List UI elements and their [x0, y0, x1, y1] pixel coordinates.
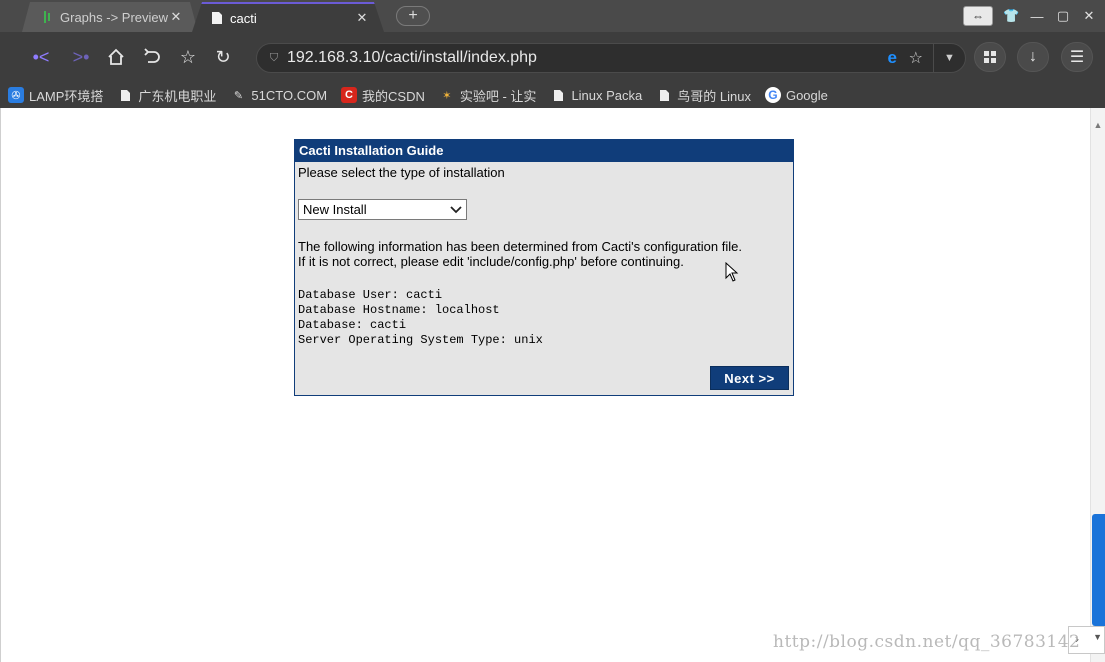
- config-database-hostname: Database Hostname: localhost: [298, 303, 500, 317]
- bookmark-51cto[interactable]: ✎ 51CTO.COM: [230, 87, 327, 103]
- 51cto-icon: ✎: [233, 89, 244, 102]
- new-tab-button[interactable]: +: [396, 6, 430, 26]
- chevron-down-icon[interactable]: ▼: [933, 44, 965, 72]
- navigation-bar: •< >• ☆ ↻ ⛉ 192.168.3.10/cacti/install/i…: [0, 32, 1105, 82]
- install-type-select[interactable]: New Install: [298, 199, 467, 220]
- tab-title: cacti: [230, 10, 257, 26]
- maximize-icon[interactable]: ▢: [1055, 8, 1071, 24]
- resize-toggle-icon[interactable]: ⇔: [963, 6, 993, 26]
- bookmark-niaoge-linux[interactable]: 鸟哥的 Linux: [656, 86, 751, 105]
- tab-graphs-preview[interactable]: Graphs -> Preview ✕: [22, 2, 198, 32]
- watermark-text: http://blog.csdn.net/qq_36783142: [773, 632, 1081, 652]
- page-icon: [210, 11, 224, 25]
- favorite-star-icon[interactable]: ☆: [173, 42, 203, 72]
- bookmark-gdmec[interactable]: 广东机电职业: [117, 86, 216, 105]
- lamp-icon: ✇: [8, 87, 24, 103]
- page-icon: [656, 87, 672, 103]
- tab-strip: Graphs -> Preview ✕ cacti ✕ + ⇔ 👕 — ▢ ✕: [0, 0, 1105, 32]
- config-database-name: Database: cacti: [298, 318, 407, 332]
- csdn-icon: C: [341, 87, 358, 103]
- address-bar[interactable]: ⛉ 192.168.3.10/cacti/install/index.php e…: [256, 43, 966, 73]
- bookmark-label: 鸟哥的 Linux: [677, 88, 751, 104]
- bookmark-label: Google: [785, 87, 828, 103]
- bookmark-csdn[interactable]: C 我的CSDN: [341, 86, 425, 105]
- shiyanba-icon: ✶: [442, 89, 452, 102]
- close-window-icon[interactable]: ✕: [1081, 8, 1097, 24]
- window-controls: ⇔ 👕 — ▢ ✕: [963, 4, 1097, 28]
- url-text[interactable]: 192.168.3.10/cacti/install/index.php: [287, 49, 537, 67]
- side-panel-handle[interactable]: [1092, 514, 1105, 626]
- bookmark-star-icon[interactable]: ☆: [909, 48, 923, 68]
- shield-icon: ⛉: [269, 52, 279, 64]
- home-icon[interactable]: [101, 42, 131, 72]
- next-button[interactable]: Next >>: [710, 366, 789, 390]
- page-icon: [550, 87, 566, 103]
- bookmark-google[interactable]: G Google: [764, 87, 828, 103]
- config-warning-line: If it is not correct, please edit 'inclu…: [298, 254, 684, 269]
- bookmark-label: 实验吧 - 让实: [459, 88, 537, 104]
- close-icon[interactable]: ✕: [354, 10, 370, 26]
- bookmark-linux-packages[interactable]: Linux Packa: [550, 87, 642, 103]
- bookmark-label: 51CTO.COM: [251, 87, 328, 103]
- scroll-up-arrow-icon[interactable]: ▲: [1093, 120, 1103, 130]
- refresh-icon[interactable]: ↻: [208, 42, 238, 72]
- download-icon[interactable]: ↓: [1017, 42, 1049, 72]
- tab-title: Graphs -> Preview: [60, 9, 168, 25]
- config-os-type: Server Operating System Type: unix: [298, 333, 543, 347]
- chevron-down-icon: ▼: [1093, 632, 1102, 642]
- tab-cacti[interactable]: cacti ✕: [192, 2, 384, 32]
- bookmark-label: 广东机电职业: [138, 88, 217, 104]
- minimize-icon[interactable]: —: [1029, 9, 1045, 24]
- bookmarks-bar: ✇ LAMP环境搭 广东机电职业 ✎ 51CTO.COM C 我的CSDN ✶ …: [0, 82, 1105, 108]
- install-guide-panel: Cacti Installation Guide Please select t…: [294, 139, 794, 396]
- google-icon: G: [764, 87, 781, 103]
- config-info-line: The following information has been deter…: [298, 239, 742, 254]
- menu-icon[interactable]: ☰: [1061, 42, 1093, 72]
- config-database-user: Database User: cacti: [298, 288, 443, 302]
- install-type-prompt: Please select the type of installation: [298, 165, 505, 180]
- apps-grid-icon[interactable]: [974, 42, 1006, 72]
- bookmark-shiyanba[interactable]: ✶ 实验吧 - 让实: [439, 86, 537, 105]
- bookmark-label: Linux Packa: [571, 87, 643, 103]
- back-icon[interactable]: •<: [26, 42, 56, 72]
- bookmark-lamp[interactable]: ✇ LAMP环境搭: [8, 86, 103, 105]
- close-icon[interactable]: ✕: [168, 9, 184, 25]
- mouse-cursor-icon: [725, 262, 739, 282]
- forward-icon[interactable]: >•: [66, 42, 96, 72]
- browser-chrome: Graphs -> Preview ✕ cacti ✕ + ⇔ 👕 — ▢ ✕ …: [0, 0, 1105, 108]
- skin-shirt-icon[interactable]: 👕: [1003, 8, 1019, 24]
- page-icon: [117, 87, 133, 103]
- undo-close-icon[interactable]: [137, 42, 167, 72]
- cacti-logo-icon: [40, 10, 54, 24]
- install-type-selected-value: New Install: [303, 202, 367, 217]
- panel-title: Cacti Installation Guide: [295, 140, 793, 162]
- chevron-down-icon: [450, 200, 462, 225]
- bookmark-label: 我的CSDN: [362, 88, 425, 104]
- bookmark-label: LAMP环境搭: [29, 88, 104, 104]
- ie-mode-icon[interactable]: e: [888, 48, 897, 68]
